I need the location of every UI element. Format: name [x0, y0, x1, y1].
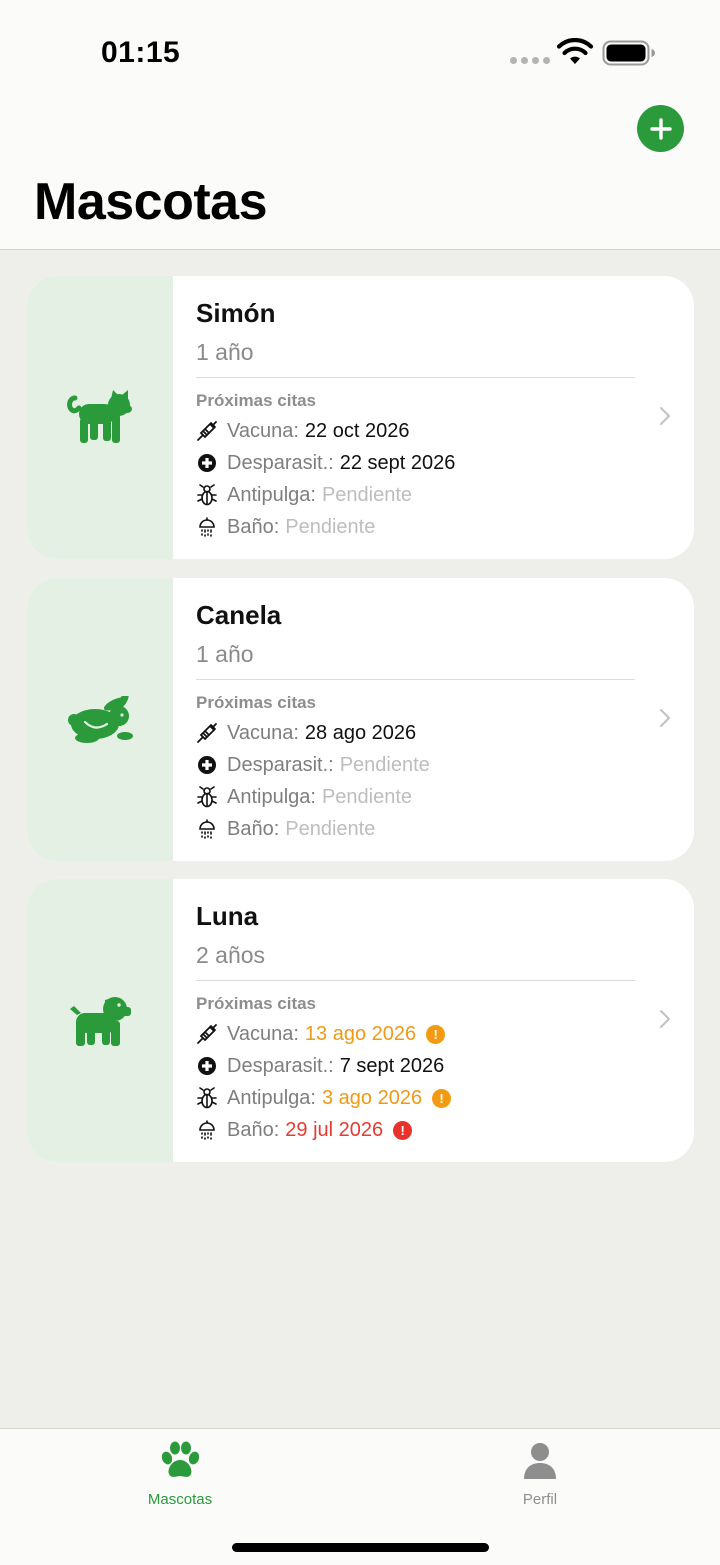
- page-title: Mascotas: [34, 173, 268, 231]
- pet-age: 1 año: [196, 339, 254, 365]
- vaccine-date: 13 ago 2026: [304, 1022, 417, 1045]
- pet-age: 1 año: [196, 641, 254, 667]
- bug-icon: [196, 1087, 218, 1109]
- bath-date: 29 jul 2026: [285, 1118, 384, 1141]
- pet-card-simon[interactable]: Simón 1 año Próximas citas Vacuna: 22 oc…: [27, 276, 694, 559]
- cross-circle-icon: [196, 452, 218, 474]
- divider: [196, 980, 635, 981]
- alert-badge-icon: !: [393, 1120, 413, 1140]
- flea-date: 3 ago 2026: [321, 1086, 423, 1109]
- deworm-date: 22 sept 2026: [339, 451, 456, 474]
- cross-circle-icon: [196, 1055, 218, 1077]
- tab-mascotas[interactable]: Mascotas: [110, 1441, 250, 1508]
- warning-badge-icon: !: [432, 1088, 452, 1108]
- syringe-icon: [196, 420, 218, 442]
- add-pet-button[interactable]: [637, 105, 684, 152]
- bath-date: Pendiente: [285, 515, 376, 538]
- pet-photo: [27, 578, 173, 861]
- flea-row: Antipulga: Pendiente: [196, 481, 412, 509]
- vaccine-row: Vacuna: 22 oct 2026: [196, 417, 409, 445]
- rabbit-icon: [68, 695, 133, 743]
- upcoming-appointments-label: Próximas citas: [196, 994, 317, 1013]
- shower-icon: [196, 818, 218, 840]
- vaccine-date: 28 ago 2026: [304, 721, 417, 744]
- upcoming-appointments-label: Próximas citas: [196, 391, 317, 410]
- divider: [196, 377, 635, 378]
- syringe-icon: [196, 722, 218, 744]
- flea-row: Antipulga: 3 ago 2026 !: [196, 1084, 452, 1112]
- plus-icon: [649, 117, 672, 140]
- person-icon: [524, 1443, 556, 1479]
- flea-date: Pendiente: [321, 785, 413, 808]
- wifi-icon: [556, 38, 594, 64]
- divider: [196, 679, 635, 680]
- vaccine-row: Vacuna: 28 ago 2026: [196, 719, 416, 747]
- pet-card-canela[interactable]: Canela 1 año Próximas citas Vacuna: 28 a…: [27, 578, 694, 861]
- paw-icon: [161, 1441, 200, 1477]
- tab-perfil[interactable]: Perfil: [470, 1441, 610, 1508]
- dog-icon: [70, 996, 131, 1046]
- shower-icon: [196, 1119, 218, 1141]
- battery-icon: [602, 40, 655, 66]
- pet-age: 2 años: [196, 942, 266, 968]
- vaccine-row: Vacuna: 13 ago 2026 !: [196, 1020, 446, 1048]
- deworm-date: Pendiente: [339, 753, 430, 776]
- pet-photo: [27, 276, 173, 559]
- status-time: 01:15: [101, 36, 181, 69]
- pet-name: Canela: [196, 600, 282, 630]
- bug-icon: [196, 484, 218, 506]
- flea-date: Pendiente: [321, 483, 413, 506]
- pet-photo: [27, 879, 173, 1162]
- vaccine-date: 22 oct 2026: [304, 419, 410, 442]
- pet-card-luna[interactable]: Luna 2 años Próximas citas Vacuna: 13 ag…: [27, 879, 694, 1162]
- bath-date: Pendiente: [285, 817, 376, 840]
- cat-icon: [67, 389, 132, 443]
- cellular-signal-icon: [510, 57, 550, 64]
- chevron-right-icon: [660, 407, 670, 425]
- bug-icon: [196, 786, 218, 808]
- pet-name: Simón: [196, 298, 276, 328]
- upcoming-appointments-label: Próximas citas: [196, 693, 317, 712]
- cross-circle-icon: [196, 754, 218, 776]
- deworm-row: Desparasit.: Pendiente: [196, 751, 430, 779]
- chevron-right-icon: [660, 1010, 670, 1028]
- bath-row: Baño: Pendiente: [196, 513, 375, 541]
- bath-row: Baño: Pendiente: [196, 815, 375, 843]
- shower-icon: [196, 516, 218, 538]
- bath-row: Baño: 29 jul 2026 !: [196, 1116, 413, 1144]
- tab-label: Mascotas: [147, 1491, 213, 1508]
- flea-row: Antipulga: Pendiente: [196, 783, 412, 811]
- top-bar: 01:15 Mascotas: [0, 0, 720, 250]
- deworm-date: 7 sept 2026: [339, 1054, 445, 1077]
- deworm-row: Desparasit.: 7 sept 2026: [196, 1052, 444, 1080]
- chevron-right-icon: [660, 709, 670, 727]
- deworm-row: Desparasit.: 22 sept 2026: [196, 449, 455, 477]
- warning-badge-icon: !: [426, 1024, 446, 1044]
- syringe-icon: [196, 1023, 218, 1045]
- home-indicator: [232, 1543, 489, 1552]
- tab-label: Perfil: [522, 1491, 558, 1508]
- pet-name: Luna: [196, 901, 259, 931]
